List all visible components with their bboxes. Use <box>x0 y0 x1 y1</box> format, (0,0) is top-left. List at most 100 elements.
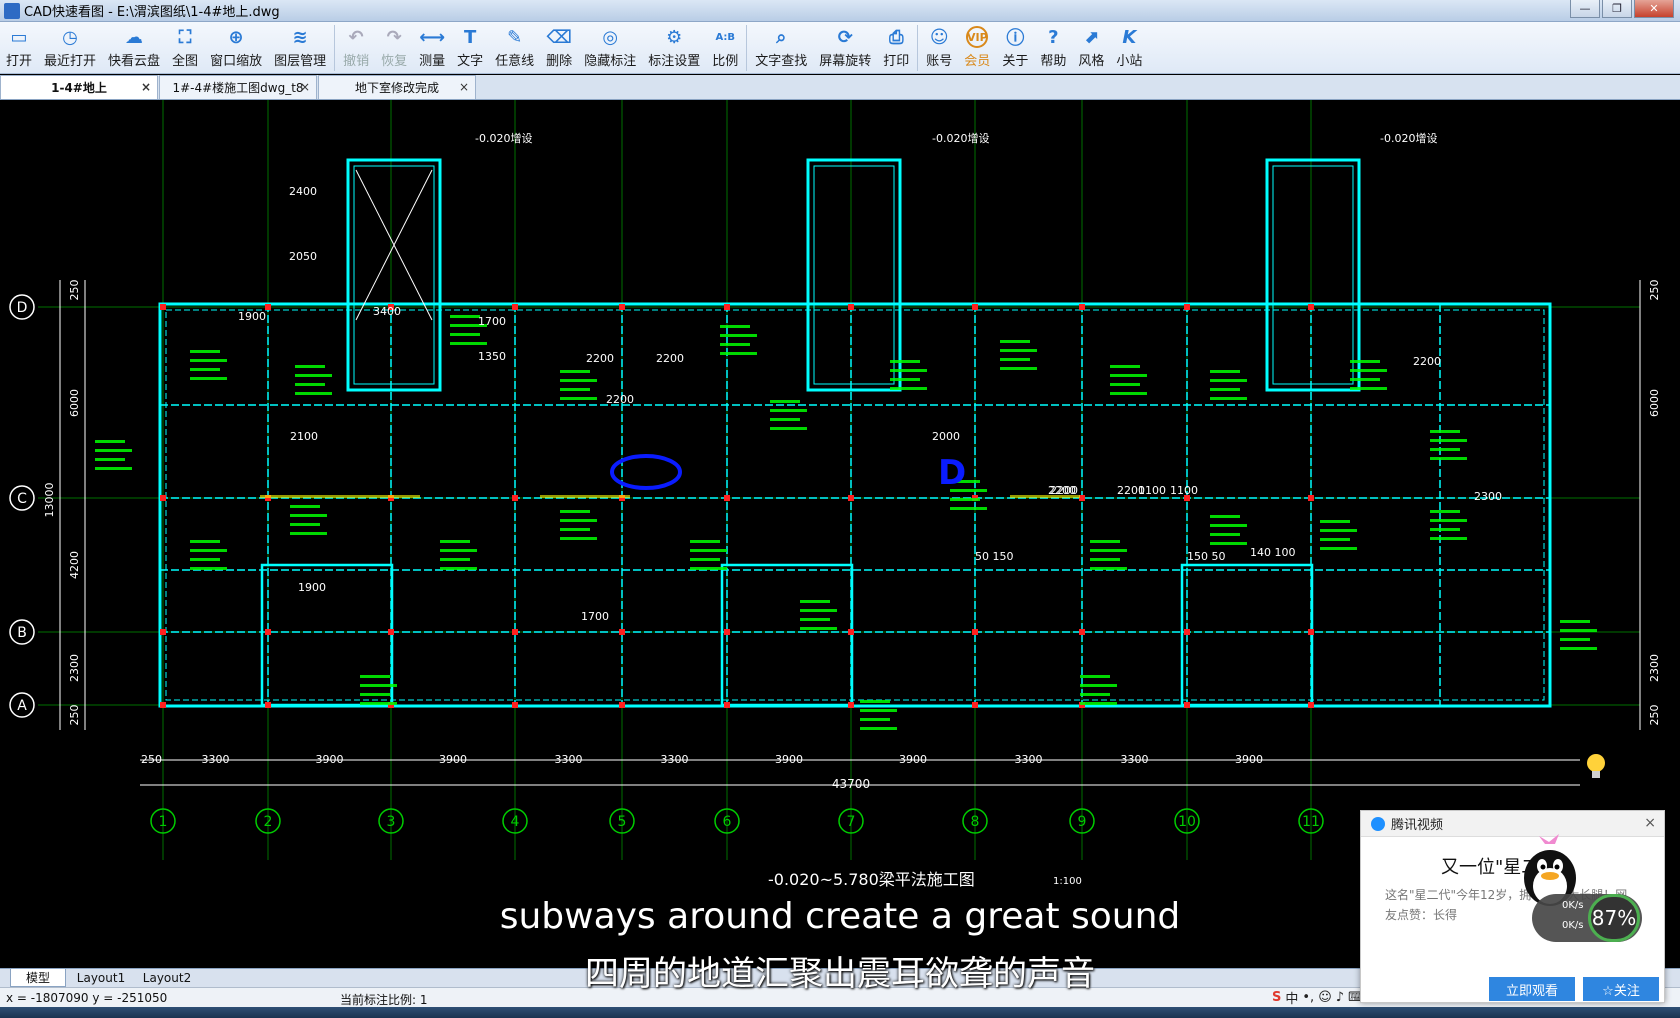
hide-annotation-button[interactable]: ◎ 隐藏标注 <box>578 22 642 74</box>
measure-button[interactable]: ⟷ 测量 <box>413 22 451 74</box>
bay-dimension: 3900 <box>439 753 467 766</box>
vip-button[interactable]: VIP 会员 <box>958 22 996 74</box>
beam-annotation <box>190 377 227 380</box>
zoom-window-button[interactable]: ⊕ 窗口缩放 <box>204 22 268 74</box>
beam-annotation <box>295 365 325 368</box>
beam-annotation <box>560 519 597 522</box>
ime-indicator[interactable]: 中 <box>1285 988 1298 1007</box>
follow-button[interactable]: ☆关注 <box>1583 977 1659 1001</box>
redo-label: 恢复 <box>381 54 408 69</box>
lower-bay <box>720 563 854 707</box>
beam-annotation <box>1210 515 1240 518</box>
beam-annotation <box>440 540 470 543</box>
upload-speed: 0K/s <box>1562 900 1584 911</box>
column-marker <box>1079 304 1085 310</box>
tab-1-4-above-ground[interactable]: 1-4#地上 × <box>0 75 158 99</box>
open-button[interactable]: ▭ 打开 <box>0 22 38 74</box>
drawing-title: -0.020~5.780梁平法施工图 <box>768 870 975 889</box>
beam-annotation <box>860 709 897 712</box>
bay-dimension: 3300 <box>1121 753 1149 766</box>
about-button[interactable]: ⓘ 关于 <box>996 22 1034 74</box>
column-marker <box>512 629 518 635</box>
beam-annotation <box>1430 510 1460 513</box>
beam-annotation <box>1090 567 1127 570</box>
cloud-button[interactable]: ☁ 快看云盘 <box>102 22 166 74</box>
text-search-icon: ⌕ <box>776 26 787 48</box>
tab-model[interactable]: 模型 <box>10 969 66 987</box>
freeline-button[interactable]: ✎ 任意线 <box>489 22 540 74</box>
fit-all-button[interactable]: ⛶ 全图 <box>166 22 204 74</box>
beam-annotation <box>1350 378 1380 381</box>
site-label: 小站 <box>1116 54 1143 69</box>
beam-annotation <box>1350 369 1387 372</box>
redo-button[interactable]: ↷ 恢复 <box>375 22 413 74</box>
beam-annotation <box>1110 383 1140 386</box>
zoom-window-label: 窗口缩放 <box>210 54 263 69</box>
bay-dimension: 3300 <box>202 753 230 766</box>
beam-annotation <box>1210 542 1247 545</box>
watch-now-button[interactable]: 立即观看 <box>1489 977 1575 1001</box>
delete-button[interactable]: ⌫ 删除 <box>540 22 578 74</box>
tab-close-icon[interactable]: × <box>459 80 469 94</box>
layers-button[interactable]: ≋ 图层管理 <box>268 22 332 74</box>
annotation-settings-label: 标注设置 <box>648 54 701 69</box>
text-button[interactable]: T 文字 <box>451 22 489 74</box>
beam-annotation <box>720 343 750 346</box>
text-search-label: 文字查找 <box>755 54 808 69</box>
sogou-icon: S <box>1272 989 1282 1005</box>
column-marker <box>724 702 730 708</box>
print-button[interactable]: ⎙ 打印 <box>877 22 915 74</box>
beam-annotation <box>860 700 890 703</box>
column-marker <box>265 629 271 635</box>
column-marker <box>848 629 854 635</box>
beam-annotation <box>1090 540 1120 543</box>
inner-dimension: 2000 <box>932 430 960 443</box>
style-button[interactable]: ⬈ 风格 <box>1072 22 1110 74</box>
inner-dimension: 1900 <box>298 581 326 594</box>
ink-letter-annotation: D <box>938 453 966 493</box>
close-button[interactable]: ✕ <box>1634 0 1674 18</box>
text-search-button[interactable]: ⌕ 文字查找 <box>749 22 813 74</box>
recent-button[interactable]: ◷ 最近打开 <box>38 22 102 74</box>
beam-annotation <box>1110 392 1147 395</box>
left-dimension: 250 <box>68 280 81 301</box>
undo-button[interactable]: ↶ 撤销 <box>337 22 375 74</box>
annotation-settings-button[interactable]: ⚙ 标注设置 <box>642 22 706 74</box>
tab-close-icon[interactable]: × <box>300 80 310 94</box>
column-marker <box>160 304 166 310</box>
beam-annotation <box>95 467 132 470</box>
highlight-marker <box>1010 495 1080 498</box>
account-button[interactable]: ☺ 账号 <box>920 22 958 74</box>
tab-label: 地下室修改完成 <box>354 81 439 95</box>
column-marker <box>512 304 518 310</box>
beam-annotation <box>295 374 332 377</box>
tab-close-icon[interactable]: × <box>141 80 151 94</box>
axis-label: D <box>17 300 28 316</box>
elevation-note: -0.020增设 <box>1380 131 1437 145</box>
beam-annotation <box>1430 528 1460 531</box>
site-button[interactable]: K 小站 <box>1110 22 1148 74</box>
beam-annotation <box>1090 549 1127 552</box>
rotate-screen-button[interactable]: ⟳ 屏幕旋转 <box>813 22 877 74</box>
tab-construction-drawing[interactable]: 1#-4#楼施工图dwg_t8 × <box>159 75 317 99</box>
tab-layout2[interactable]: Layout2 <box>136 969 198 987</box>
site-icon: K <box>1122 26 1137 48</box>
scale-button[interactable]: A:B 比例 <box>706 22 744 74</box>
column-marker <box>1308 629 1314 635</box>
help-button[interactable]: ? 帮助 <box>1034 22 1072 74</box>
punctuation-icon: •, <box>1302 989 1315 1005</box>
network-speed-widget[interactable]: 0K/s 0K/s 87% <box>1532 894 1642 942</box>
beam-annotation <box>295 392 332 395</box>
core-tower <box>346 158 442 392</box>
lightbulb-icon[interactable] <box>1583 752 1609 782</box>
beam-annotation <box>860 718 890 721</box>
column-marker <box>1184 304 1190 310</box>
tab-layout1[interactable]: Layout1 <box>70 969 132 987</box>
minimize-button[interactable]: — <box>1570 0 1600 18</box>
document-tabs: 1-4#地上 × 1#-4#楼施工图dwg_t8 × 地下室修改完成 × <box>0 75 1680 100</box>
elevation-note: -0.020增设 <box>932 131 989 145</box>
popup-close-icon[interactable]: × <box>1644 815 1656 831</box>
inner-dimension: 2300 <box>1474 490 1502 503</box>
maximize-button[interactable]: ❐ <box>1602 0 1632 18</box>
tab-basement-revised[interactable]: 地下室修改完成 × <box>318 75 476 99</box>
